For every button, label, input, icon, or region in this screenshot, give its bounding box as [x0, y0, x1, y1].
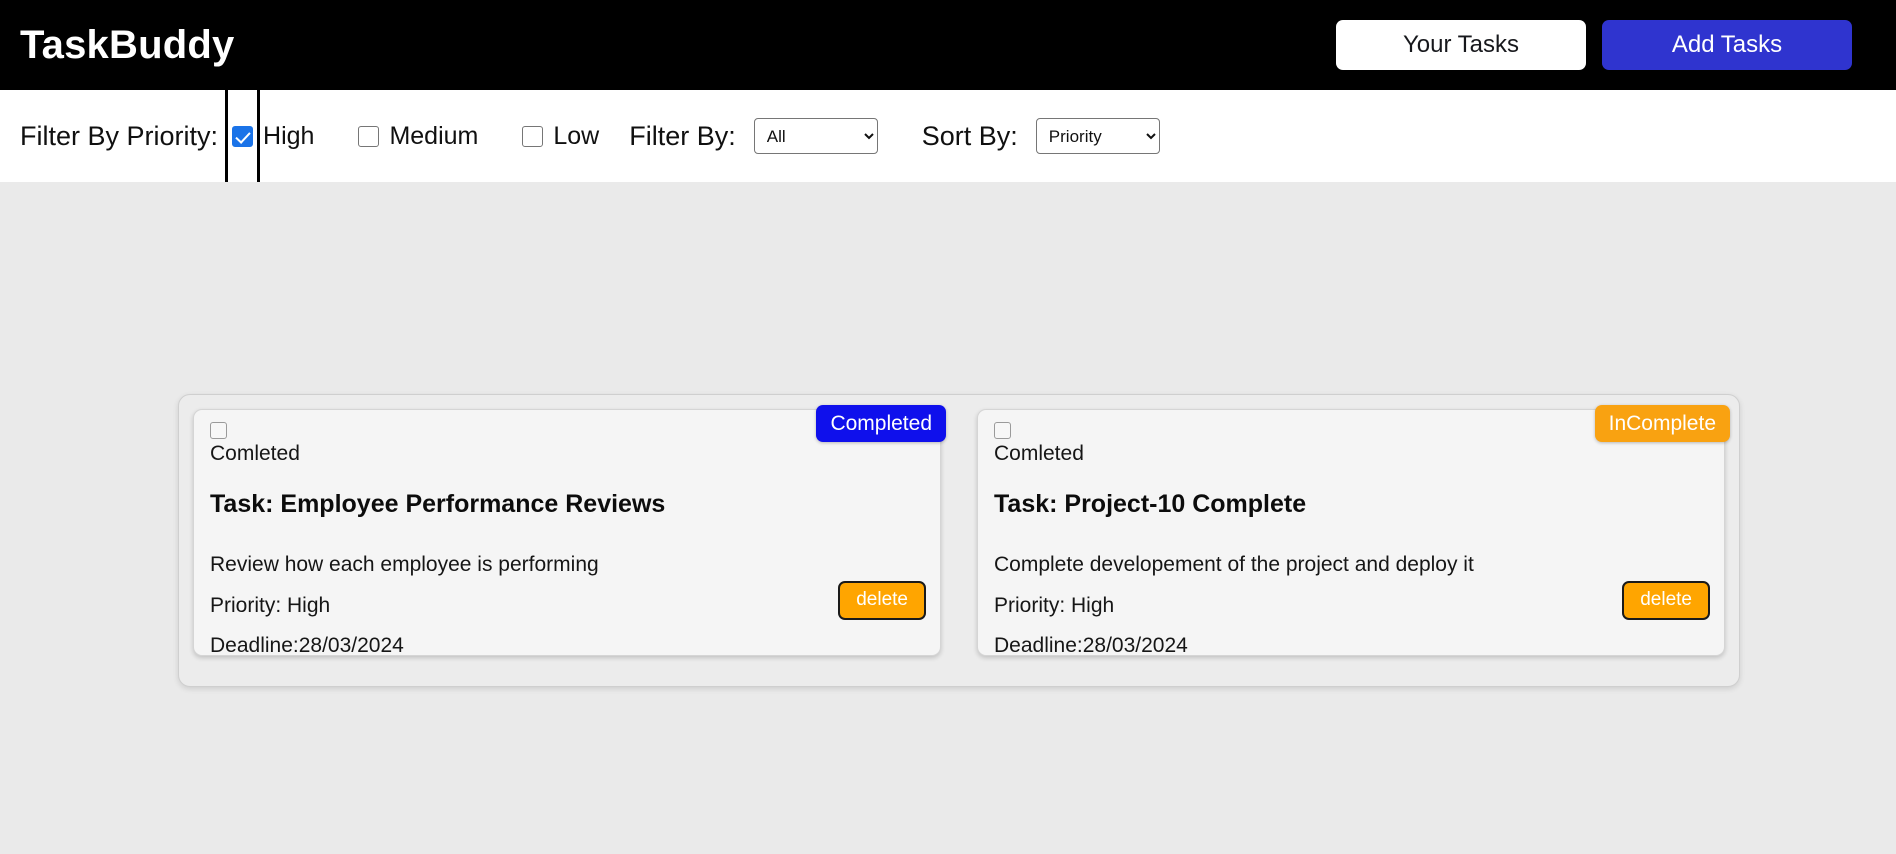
task-title: Task: Employee Performance Reviews [210, 490, 666, 519]
task-status-badge[interactable]: Completed [816, 405, 946, 443]
task-status-badge[interactable]: InComplete [1594, 405, 1730, 443]
priority-low-checkbox[interactable] [522, 125, 544, 147]
task-delete-button[interactable]: delete [1622, 581, 1710, 620]
task-complete-checkbox[interactable] [210, 422, 227, 439]
filter-by-select[interactable]: All [753, 118, 878, 154]
task-priority: Priority: High [210, 593, 331, 617]
priority-checkbox-group: High Medium Low [218, 82, 629, 191]
task-priority: Priority: High [994, 593, 1115, 617]
task-description: Complete developement of the project and… [994, 553, 1474, 577]
task-card[interactable]: Comleted Task: Employee Performance Revi… [193, 405, 946, 657]
filter-toolbar: Filter By Priority: High Medium Low Filt… [0, 82, 1896, 191]
your-tasks-button[interactable]: Your Tasks [1336, 20, 1586, 70]
sort-by-select[interactable]: Priority [1035, 118, 1160, 154]
filter-by-label: Filter By: [629, 120, 736, 151]
task-deadline: Deadline:28/03/2024 [994, 633, 1188, 657]
priority-medium-checkbox[interactable] [358, 125, 380, 147]
page-body: Comleted Task: Employee Performance Revi… [0, 182, 1896, 854]
task-complete-checkbox[interactable] [994, 422, 1011, 439]
priority-medium-checkbox-wrap [358, 125, 380, 147]
task-checkbox-label: Comleted [210, 442, 300, 465]
priority-low-label[interactable]: Low [553, 122, 599, 151]
top-navbar: TaskBuddy Your Tasks Add Tasks [0, 0, 1896, 90]
filter-by-priority-label: Filter By Priority: [20, 120, 219, 151]
navbar-actions: Your Tasks Add Tasks [1336, 20, 1852, 70]
task-description: Review how each employee is performing [210, 553, 599, 577]
add-tasks-button[interactable]: Add Tasks [1602, 20, 1852, 70]
priority-high-checkbox[interactable] [232, 125, 254, 147]
task-card[interactable]: Comleted Task: Project-10 Complete Compl… [977, 405, 1730, 657]
task-list-panel: Comleted Task: Employee Performance Revi… [178, 394, 1740, 687]
task-deadline: Deadline:28/03/2024 [210, 633, 404, 657]
priority-high-label[interactable]: High [263, 122, 314, 151]
sort-by-label: Sort By: [921, 120, 1018, 151]
task-title: Task: Project-10 Complete [994, 490, 1307, 519]
app-brand-title: TaskBuddy [20, 23, 235, 67]
priority-high-checkbox-wrap [225, 82, 261, 191]
task-delete-button[interactable]: delete [838, 581, 926, 620]
priority-low-checkbox-wrap [522, 125, 544, 147]
task-checkbox-label: Comleted [994, 442, 1084, 465]
priority-medium-label[interactable]: Medium [389, 122, 478, 151]
